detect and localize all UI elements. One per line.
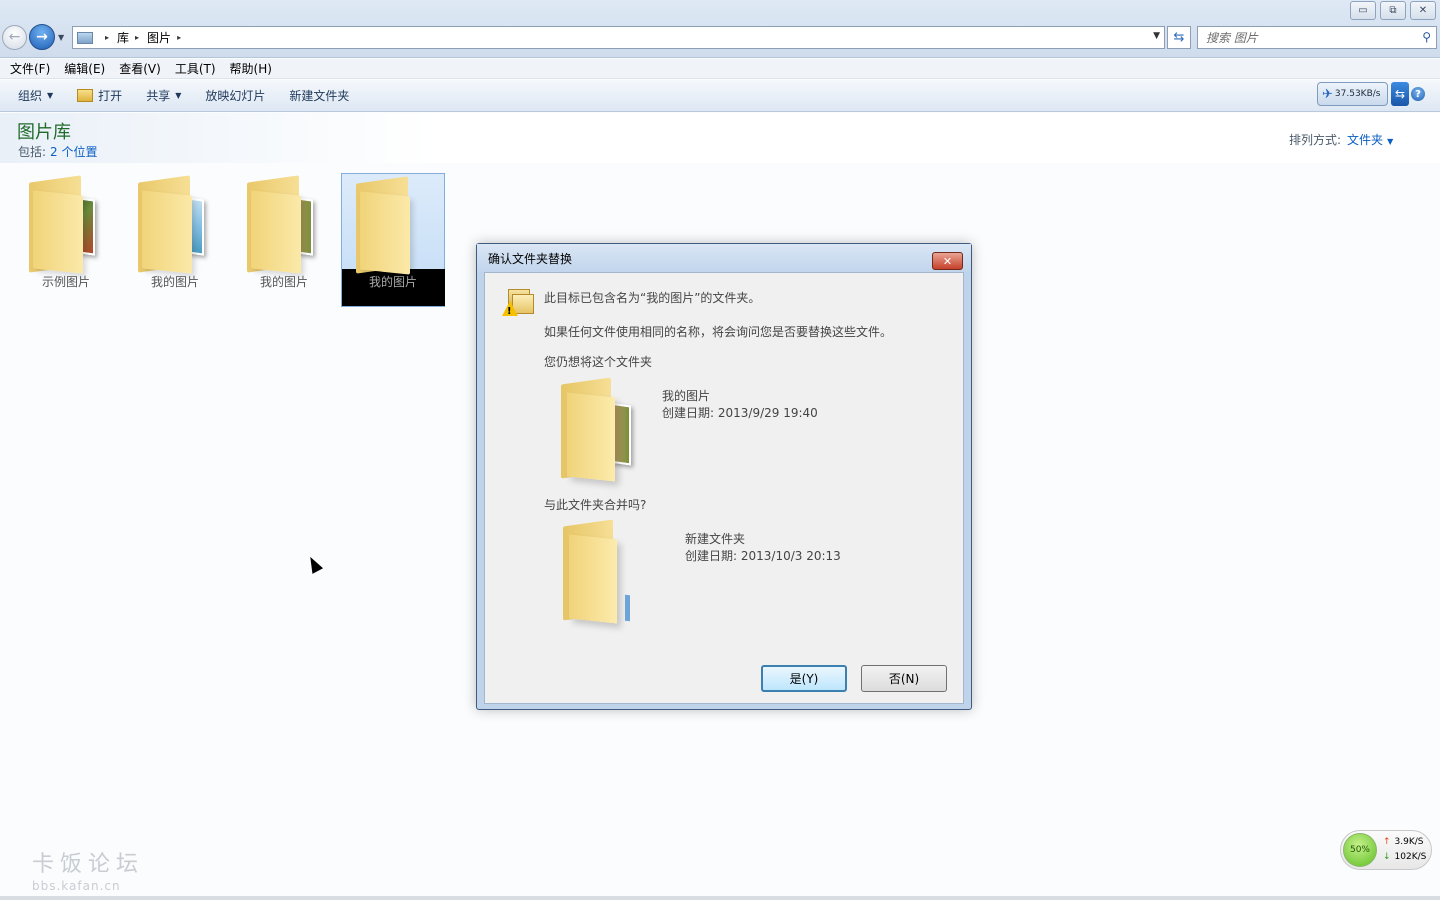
speed-value: 37.53KB/s xyxy=(1334,89,1381,99)
folder-icon xyxy=(134,175,216,274)
network-speed-widget[interactable]: ✈ 37.53KB/s xyxy=(1317,82,1388,106)
breadcrumb: ▸ 库 ▸ 图片 ▸ xyxy=(99,29,189,46)
chevron-down-icon: ▼ xyxy=(47,91,54,100)
breadcrumb-libraries[interactable]: 库 xyxy=(117,29,129,46)
share-button[interactable]: 共享 ▼ xyxy=(138,87,189,104)
arrange-by: 排列方式: 文件夹 ▼ xyxy=(1289,131,1393,148)
navigation-buttons: ← → ▼ xyxy=(2,24,64,50)
arrange-by-label: 排列方式: xyxy=(1289,133,1342,147)
address-bar[interactable]: ▸ 库 ▸ 图片 ▸ ▼ xyxy=(72,26,1165,49)
open-label: 打开 xyxy=(98,89,123,103)
slideshow-button[interactable]: 放映幻灯片 xyxy=(197,87,273,104)
chevron-down-icon: ▼ xyxy=(175,91,182,100)
organize-label: 组织 xyxy=(18,89,43,103)
mouse-cursor-icon xyxy=(304,554,324,574)
library-icon xyxy=(77,31,93,44)
restore-button[interactable]: ⧉ xyxy=(1380,1,1406,20)
dialog-message-exists: 此目标已包含名为“我的图片”的文件夹。 xyxy=(544,291,761,305)
minimize-button[interactable]: ▭ xyxy=(1350,1,1376,20)
folder-item[interactable]: 示例图片 xyxy=(14,173,118,307)
menu-bar: 文件(F) 编辑(E) 查看(V) 工具(T) 帮助(H) xyxy=(0,59,1440,79)
folder-item-selected[interactable]: 我的图片 xyxy=(341,173,445,307)
menu-edit[interactable]: 编辑(E) xyxy=(57,60,112,77)
slideshow-label: 放映幻灯片 xyxy=(205,89,266,103)
breadcrumb-separator[interactable]: ▸ xyxy=(135,33,139,42)
search-icon[interactable]: ⚲ xyxy=(1422,30,1431,44)
folder-open-icon xyxy=(77,89,94,102)
folder-item[interactable]: 我的图片 xyxy=(123,173,227,307)
window-controls: ▭ ⧉ ✕ xyxy=(1346,1,1436,20)
dialog-title: 确认文件夹替换 xyxy=(488,251,573,266)
dialog-close-button[interactable]: ✕ xyxy=(932,252,963,270)
no-button[interactable]: 否(N) xyxy=(861,665,947,692)
window-titlebar: ▭ ⧉ ✕ ← → ▼ ▸ 库 ▸ 图片 ▸ ▼ ⇆ 搜索 图片 ⚲ xyxy=(0,0,1440,58)
refresh-button[interactable]: ⇆ xyxy=(1167,26,1191,49)
dialog-prompt: 您仍想将这个文件夹 xyxy=(544,355,653,369)
chevron-down-icon[interactable]: ▼ xyxy=(1387,137,1393,146)
address-dropdown-icon[interactable]: ▼ xyxy=(1153,31,1160,41)
includes-locations-link[interactable]: 2 个位置 xyxy=(50,145,97,159)
dialog-message-replace: 如果任何文件使用相同的名称，将会询问您是否要替换这些文件。 xyxy=(544,325,893,339)
new-folder-button[interactable]: 新建文件夹 xyxy=(281,87,357,104)
source-folder-icon xyxy=(561,377,661,501)
download-speed: ↓ 102K/S xyxy=(1383,852,1426,862)
library-title: 图片库 xyxy=(17,122,71,143)
folder-label: 示例图片 xyxy=(41,275,90,289)
target-folder-created: 创建日期: 2013/10/3 20:13 xyxy=(685,549,841,563)
search-input[interactable]: 搜索 图片 ⚲ xyxy=(1197,26,1437,49)
dialog-titlebar: 确认文件夹替换 xyxy=(477,244,971,272)
search-placeholder: 搜索 图片 xyxy=(1206,31,1258,45)
command-bar: 组织 ▼ 打开 共享 ▼ 放映幻灯片 新建文件夹 xyxy=(0,80,1440,112)
folder-label: 我的图片 xyxy=(150,275,199,289)
target-folder-icon xyxy=(563,519,663,643)
watermark-logo: 卡饭论坛 bbs.kafan.cn xyxy=(32,846,144,893)
folder-icon xyxy=(243,175,325,274)
download-value: 102K/S xyxy=(1394,852,1427,862)
menu-view[interactable]: 查看(V) xyxy=(112,60,168,77)
organize-button[interactable]: 组织 ▼ xyxy=(10,87,61,104)
download-arrow-icon: ↓ xyxy=(1383,852,1391,862)
watermark-main: 卡饭论坛 xyxy=(32,852,145,877)
recent-pages-dropdown[interactable]: ▼ xyxy=(58,33,64,42)
back-button[interactable]: ← xyxy=(2,24,27,50)
source-folder-name: 我的图片 xyxy=(662,389,711,403)
dialog-body: ! 此目标已包含名为“我的图片”的文件夹。 如果任何文件使用相同的名称，将会询问… xyxy=(484,272,964,704)
breadcrumb-separator[interactable]: ▸ xyxy=(105,33,109,42)
watermark-url: bbs.kafan.cn xyxy=(32,879,121,893)
menu-help[interactable]: 帮助(H) xyxy=(223,60,279,77)
library-header xyxy=(0,113,1440,163)
open-button[interactable]: 打开 xyxy=(69,87,130,104)
network-monitor-widget[interactable]: 50% ↑ 3.9K/S ↓ 102K/S xyxy=(1340,830,1432,870)
folder-item[interactable]: 我的图片 xyxy=(232,173,336,307)
usage-percent: 50% xyxy=(1343,833,1377,867)
close-window-button[interactable]: ✕ xyxy=(1410,1,1436,20)
merge-question: 与此文件夹合并吗? xyxy=(544,498,647,512)
yes-button[interactable]: 是(Y) xyxy=(761,665,847,692)
upload-arrow-icon: ↑ xyxy=(1383,837,1391,847)
help-icon[interactable]: ? xyxy=(1411,87,1425,101)
upload-speed: ↑ 3.9K/S xyxy=(1383,837,1424,847)
menu-tools[interactable]: 工具(T) xyxy=(168,60,223,77)
arrange-by-dropdown[interactable]: 文件夹 xyxy=(1347,133,1383,147)
confirm-folder-replace-dialog: 确认文件夹替换 ✕ ! 此目标已包含名为“我的图片”的文件夹。 如果任何文件使用… xyxy=(476,243,972,710)
folder-icon xyxy=(25,175,107,274)
taskbar-edge xyxy=(0,896,1440,900)
folder-icon xyxy=(352,176,434,275)
new-folder-label: 新建文件夹 xyxy=(289,89,350,103)
folder-label: 我的图片 xyxy=(259,275,308,289)
includes-label: 包括: xyxy=(18,145,47,159)
share-label: 共享 xyxy=(146,89,171,103)
folder-warning-icon: ! xyxy=(502,289,534,319)
breadcrumb-separator[interactable]: ▸ xyxy=(177,33,181,42)
sync-icon[interactable]: ⇆ xyxy=(1391,82,1409,106)
source-folder-created: 创建日期: 2013/9/29 19:40 xyxy=(662,406,818,420)
forward-button[interactable]: → xyxy=(29,24,55,50)
library-includes: 包括: 2 个位置 xyxy=(18,143,98,160)
menu-file[interactable]: 文件(F) xyxy=(3,60,57,77)
folder-label: 我的图片 xyxy=(341,269,445,306)
upload-value: 3.9K/S xyxy=(1394,837,1424,847)
bird-icon: ✈ xyxy=(1322,86,1333,102)
breadcrumb-pictures[interactable]: 图片 xyxy=(147,29,171,46)
target-folder-name: 新建文件夹 xyxy=(685,532,746,546)
